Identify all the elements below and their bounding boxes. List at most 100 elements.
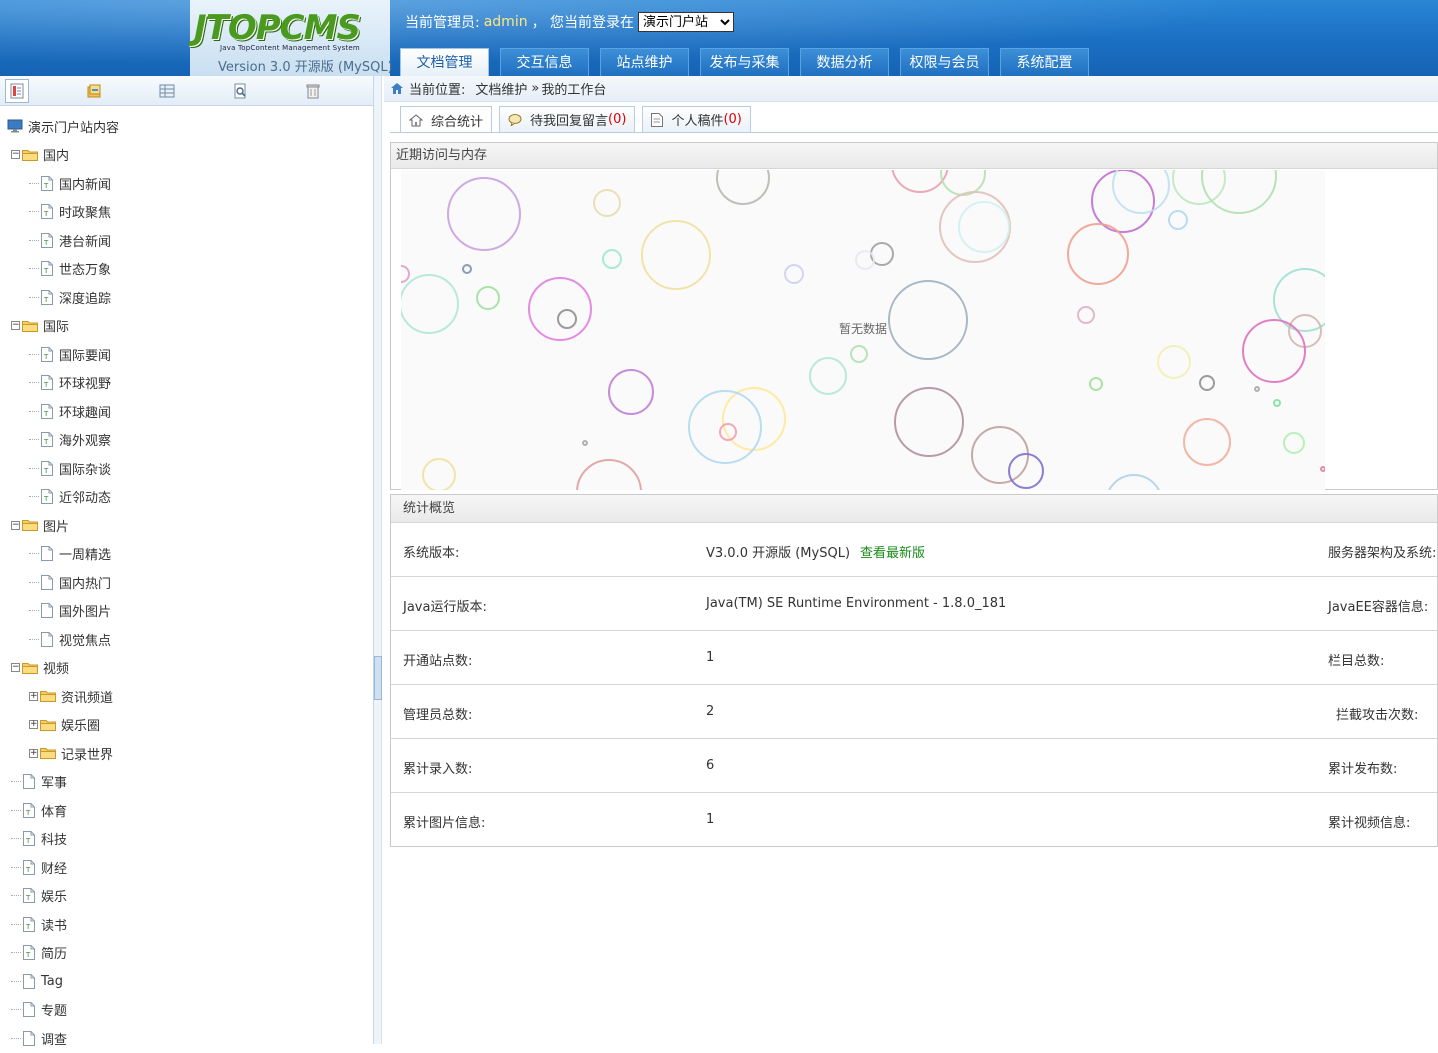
svg-text:T: T <box>43 239 49 247</box>
tree-node[interactable]: T 环球趣闻 <box>0 397 373 426</box>
breadcrumb-path2[interactable]: 我的工作台 <box>541 79 606 98</box>
bubble <box>447 177 521 251</box>
bubble <box>784 264 804 284</box>
tree-node[interactable]: T 时政聚焦 <box>0 198 373 227</box>
tree-node[interactable]: Tag <box>0 967 373 996</box>
tree-node-label: 世态万象 <box>59 263 112 279</box>
nav-tab-2[interactable]: 站点维护 <box>600 48 689 76</box>
bubble <box>476 286 500 310</box>
stats-row: 开通站点数: 1 栏目总数: <box>391 631 1437 685</box>
tree-node-label: 海外观察 <box>59 434 112 450</box>
tree-node[interactable]: − 图片 <box>0 511 373 540</box>
tree-node[interactable]: T 海外观察 <box>0 426 373 455</box>
monitor-icon <box>7 119 23 133</box>
search-document-icon[interactable] <box>228 79 252 103</box>
logo-text: JTOPCMS <box>194 8 361 48</box>
tree-node[interactable]: + 娱乐圈 <box>0 711 373 740</box>
site-select[interactable]: 演示门户站 <box>638 12 735 32</box>
tree-node[interactable]: T 世态万象 <box>0 255 373 284</box>
svg-text:T: T <box>25 951 31 959</box>
tree-node[interactable]: 专题 <box>0 996 373 1025</box>
tree-expander[interactable]: − <box>11 150 20 160</box>
tree-node[interactable]: T 国际要闻 <box>0 340 373 369</box>
page-icon: T <box>41 289 53 305</box>
stats-value: 2 <box>706 704 714 719</box>
nav-tab-5[interactable]: 权限与会员 <box>900 48 989 76</box>
bubble <box>608 369 654 415</box>
nav-tab-0[interactable]: 文档管理 <box>400 48 489 76</box>
tree-expander[interactable]: + <box>29 691 38 701</box>
tree-node[interactable]: T 深度追踪 <box>0 283 373 312</box>
tree-node-label: 深度追踪 <box>59 291 112 307</box>
bubble <box>1077 306 1095 324</box>
tree-node[interactable]: 国内热门 <box>0 568 373 597</box>
tree-expander[interactable]: + <box>29 720 38 730</box>
page-icon: T <box>23 831 35 847</box>
bubble <box>528 277 592 341</box>
tree-node[interactable]: T 近邻动态 <box>0 483 373 512</box>
tree-node[interactable]: 国外图片 <box>0 597 373 626</box>
document-tree-icon[interactable] <box>5 79 29 103</box>
tree-node[interactable]: 一周精选 <box>0 540 373 569</box>
tree-expander[interactable]: − <box>11 321 20 331</box>
stats-label: Java运行版本: <box>403 600 487 615</box>
admin-bar: 当前管理员: admin ， 您当前登录在 演示门户站 <box>405 12 735 32</box>
svg-text:T: T <box>43 410 49 418</box>
trash-icon[interactable] <box>301 79 325 103</box>
tree-node[interactable]: T 简历 <box>0 939 373 968</box>
page-icon: T <box>41 175 53 191</box>
tree-node[interactable]: T 国内新闻 <box>0 169 373 198</box>
sidebar: 演示门户站内容 − 国内 T 国内新闻 T 时政聚焦 T 港台新闻 T 世态万象 T 深度追踪 − 国际 T… <box>0 76 374 1048</box>
tree-node[interactable]: T 读书 <box>0 910 373 939</box>
svg-text:T: T <box>25 809 31 817</box>
tree-expander[interactable]: + <box>29 748 38 758</box>
sidebar-splitter[interactable] <box>374 76 382 1044</box>
bubble <box>891 170 949 193</box>
tree-expander[interactable]: − <box>11 520 20 530</box>
tree-node[interactable]: 调查 <box>0 1024 373 1053</box>
page-icon: T <box>23 888 35 904</box>
page-icon: T <box>41 375 53 391</box>
check-latest-link[interactable]: 查看最新版 <box>860 546 925 561</box>
tree-node-label: 一周精选 <box>59 548 112 564</box>
visits-chart: 暂无数据 <box>401 170 1325 490</box>
tree-node[interactable]: T 国际杂谈 <box>0 454 373 483</box>
nav-tab-1[interactable]: 交互信息 <box>500 48 589 76</box>
tree-node-label: 国际杂谈 <box>59 462 112 478</box>
grid-icon[interactable] <box>155 79 179 103</box>
tree-node[interactable]: T 娱乐 <box>0 882 373 911</box>
tree-node[interactable]: T 体育 <box>0 796 373 825</box>
tab-0[interactable]: 综合统计 <box>400 106 493 133</box>
blank-page-icon <box>23 1002 35 1018</box>
tree-node[interactable]: T 科技 <box>0 825 373 854</box>
svg-text:T: T <box>43 467 49 475</box>
tree-expander[interactable]: − <box>11 663 20 673</box>
splitter-grip[interactable] <box>374 656 382 700</box>
bubble <box>1067 223 1129 285</box>
nav-tab-4[interactable]: 数据分析 <box>800 48 889 76</box>
breadcrumb-path1[interactable]: 文档维护 <box>475 79 527 98</box>
nav-tab-3[interactable]: 发布与采集 <box>700 48 789 76</box>
folder-stack-icon[interactable] <box>82 79 106 103</box>
tab-1[interactable]: 待我回复留言 (0) <box>499 106 636 132</box>
tree-node[interactable]: − 视频 <box>0 654 373 683</box>
blank-page-icon <box>41 631 53 647</box>
tree-root[interactable]: 演示门户站内容 <box>0 112 373 141</box>
tab-2[interactable]: 个人稿件 (0) <box>642 106 751 132</box>
tree-node-label: 调查 <box>41 1032 68 1048</box>
folder-icon <box>22 520 38 532</box>
no-data-text: 暂无数据 <box>839 322 888 336</box>
tree-node[interactable]: T 港台新闻 <box>0 226 373 255</box>
tree-node[interactable]: − 国际 <box>0 312 373 341</box>
tree-node[interactable]: + 记录世界 <box>0 739 373 768</box>
nav-tab-6[interactable]: 系统配置 <box>1000 48 1089 76</box>
tree-node[interactable]: 军事 <box>0 768 373 797</box>
tree-node[interactable]: T 环球视野 <box>0 369 373 398</box>
tree-node[interactable]: T 财经 <box>0 853 373 882</box>
tree-node-label: 视频 <box>43 662 70 678</box>
tree-node[interactable]: 视觉焦点 <box>0 625 373 654</box>
tree-node[interactable]: − 国内 <box>0 141 373 170</box>
folder-icon <box>40 719 56 731</box>
tree-node[interactable]: + 资讯频道 <box>0 682 373 711</box>
svg-text:T: T <box>25 866 31 874</box>
